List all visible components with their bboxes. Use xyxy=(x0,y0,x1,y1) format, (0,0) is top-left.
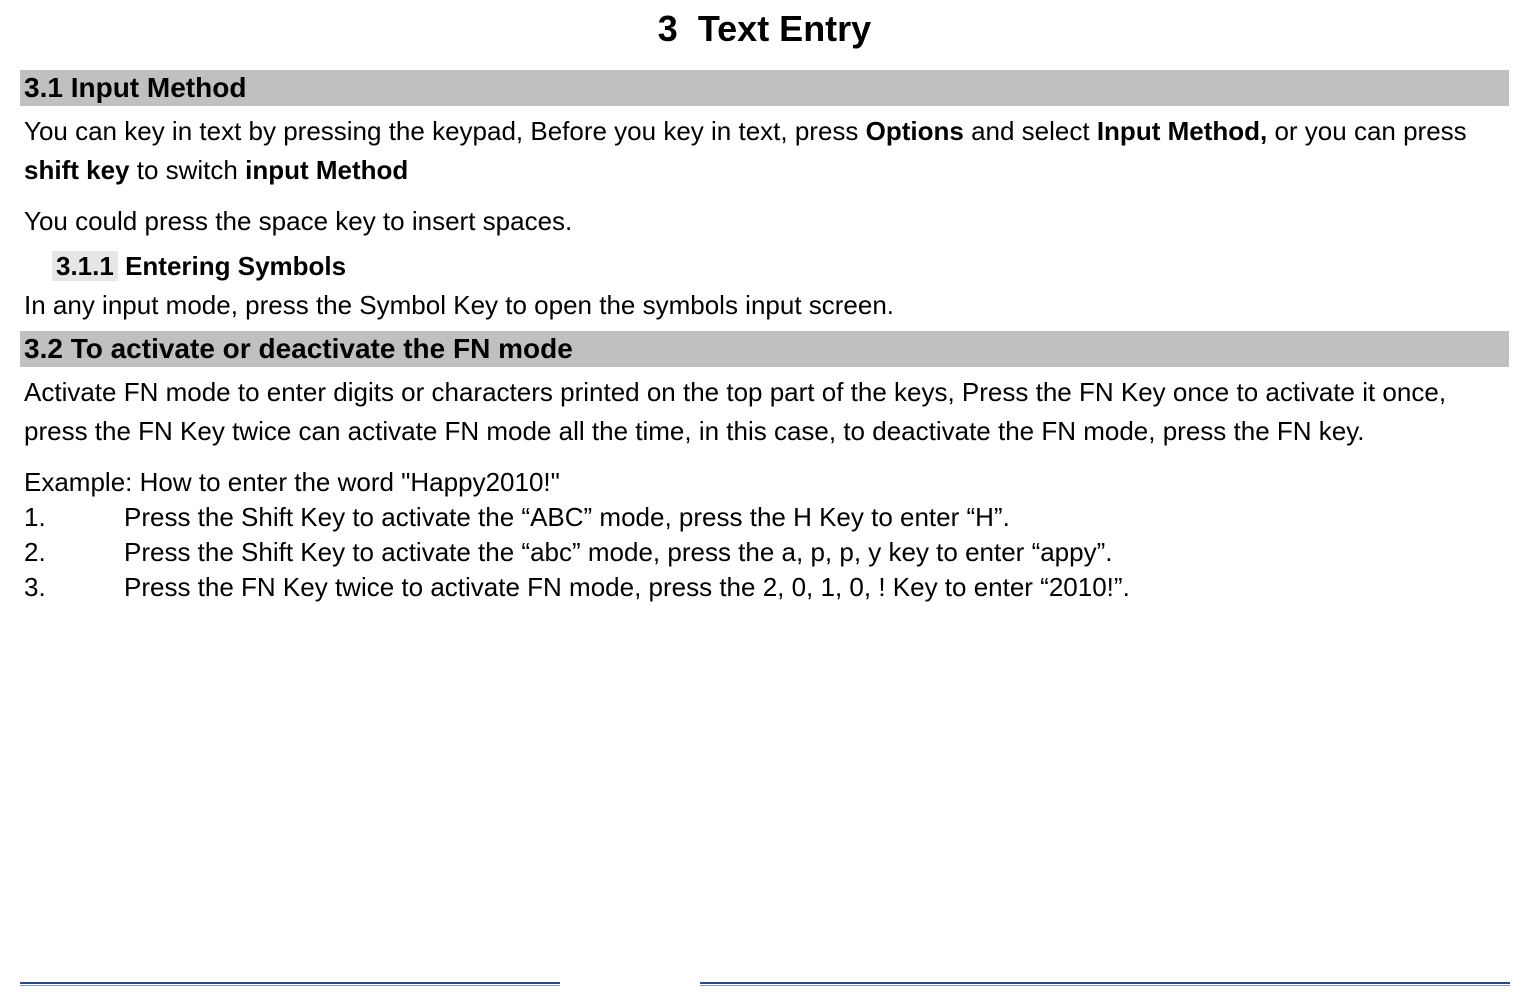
section-heading-3-2: 3.2 To activate or deactivate the FN mod… xyxy=(20,331,1509,367)
list-item: 3. Press the FN Key twice to activate FN… xyxy=(24,570,1505,605)
chapter-title: 3 Text Entry xyxy=(20,0,1509,70)
step-number: 2. xyxy=(24,535,124,570)
section-3-2-steps: 1. Press the Shift Key to activate the “… xyxy=(20,500,1509,605)
section-3-1-para-2: You could press the space key to insert … xyxy=(20,196,1509,247)
footer-divider xyxy=(0,982,1529,988)
section-3-2-para-1: Activate FN mode to enter digits or char… xyxy=(20,367,1509,457)
step-text: Press the FN Key twice to activate FN mo… xyxy=(124,570,1505,605)
section-3-2-example-intro: Example: How to enter the word "Happy201… xyxy=(20,457,1509,500)
section-3-1-1-para: In any input mode, press the Symbol Key … xyxy=(20,286,1509,331)
subsection-title: Entering Symbols xyxy=(125,251,346,281)
section-heading-3-1: 3.1 Input Method xyxy=(20,70,1509,106)
footer-line-right xyxy=(700,982,1510,986)
list-item: 1. Press the Shift Key to activate the “… xyxy=(24,500,1505,535)
section-3-1-para-1: You can key in text by pressing the keyp… xyxy=(20,106,1509,196)
footer-line-left xyxy=(20,982,560,986)
step-text: Press the Shift Key to activate the “ABC… xyxy=(124,500,1505,535)
chapter-title-text: Text Entry xyxy=(698,8,871,49)
list-item: 2. Press the Shift Key to activate the “… xyxy=(24,535,1505,570)
chapter-number: 3 xyxy=(658,8,678,49)
subsection-heading-3-1-1: 3.1.1 Entering Symbols xyxy=(20,247,1509,286)
step-number: 1. xyxy=(24,500,124,535)
step-number: 3. xyxy=(24,570,124,605)
subsection-number: 3.1.1 xyxy=(52,251,118,281)
step-text: Press the Shift Key to activate the “abc… xyxy=(124,535,1505,570)
